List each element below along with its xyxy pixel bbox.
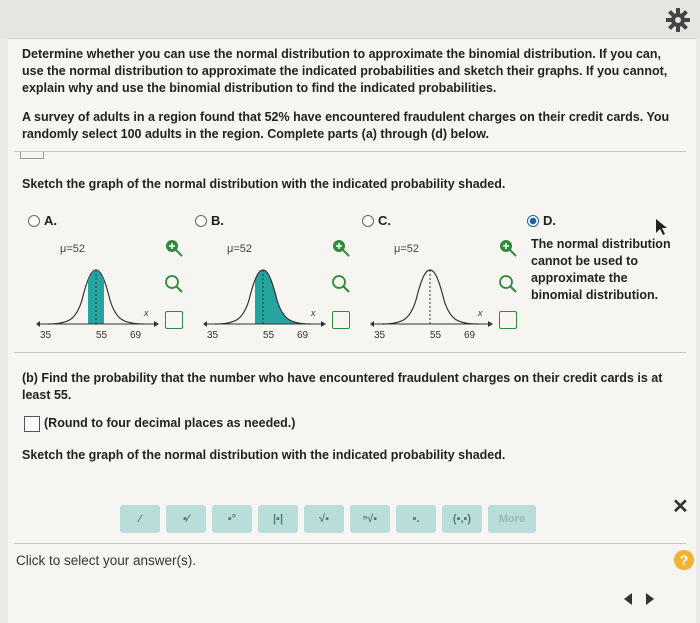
mixed-number-button[interactable]: ▪⁄ [166,505,206,533]
decimal-button[interactable]: ▪. [396,505,436,533]
top-bar [0,0,700,38]
tick-label: 69 [297,330,309,341]
option-b-tools [330,237,352,331]
instructions-line: use the normal distribution to approxima… [22,64,668,78]
mu-label: μ=52 [227,243,252,255]
svg-text:x: x [143,308,149,318]
option-d-line: The normal distribution [531,237,671,251]
option-d-letter: D. [543,213,556,228]
next-arrow-icon[interactable] [642,592,656,606]
option-a-letter: A. [44,213,57,228]
instructions-line: explain why and use the binomial distrib… [22,81,497,95]
exponent-button[interactable]: ▪° [212,505,252,533]
divider [14,151,686,152]
square-root-button[interactable]: √▪ [304,505,344,533]
part-b-prompt: (b) Find the probability that the number… [22,370,662,404]
problem-line: A survey of adults in a region found tha… [22,110,670,124]
collapse-handle[interactable] [20,152,44,159]
part-b-sketch-prompt: Sketch the graph of the normal distribut… [22,448,506,462]
tick-label: 69 [130,330,142,341]
previous-arrow-icon[interactable] [622,592,636,606]
option-b-radio[interactable] [195,214,207,227]
mu-label: μ=52 [60,243,85,255]
tick-label: 35 [40,330,52,341]
zoom-in-icon[interactable] [330,237,352,259]
option-a-tools [163,237,185,331]
open-external-icon[interactable] [497,309,519,331]
fraction-button[interactable]: ⁄ [120,505,160,533]
close-icon[interactable]: ✕ [672,494,689,519]
more-button[interactable]: More [488,505,536,533]
divider [14,543,686,544]
select-answer-hint: Click to select your answer(s). [16,553,197,568]
option-d-line: cannot be used to [531,254,638,268]
part-b-line: least 55. [22,388,72,402]
nth-root-button[interactable]: ⁿ√▪ [350,505,390,533]
absolute-value-button[interactable]: |▪| [258,505,298,533]
answer-input[interactable] [24,416,40,432]
tick-label: 35 [374,330,386,341]
option-b-letter: B. [211,213,224,228]
tick-label: 55 [430,330,442,341]
problem-line: randomly select 100 adults in the region… [22,127,489,141]
zoom-out-icon[interactable] [163,273,185,295]
option-d-line: approximate the [531,271,628,285]
math-toolbar: ⁄ ▪⁄ ▪° |▪| √▪ ⁿ√▪ ▪. (▪,▪) More [120,505,580,537]
zoom-out-icon[interactable] [497,273,519,295]
option-c-radio[interactable] [362,214,374,227]
option-d[interactable]: D. [527,213,556,228]
ordered-pair-button[interactable]: (▪,▪) [442,505,482,533]
option-b[interactable]: B. [195,213,224,228]
option-a[interactable]: A. [28,213,57,228]
mouse-cursor-icon [656,219,667,235]
part-a-prompt: Sketch the graph of the normal distribut… [22,177,506,191]
option-d-radio[interactable] [527,214,539,227]
problem-statement: A survey of adults in a region found tha… [22,109,669,143]
open-external-icon[interactable] [330,309,352,331]
option-d-line: binomial distribution. [531,288,659,302]
svg-text:x: x [310,308,316,318]
option-c[interactable]: C. [362,213,391,228]
gear-icon[interactable] [664,6,692,34]
divider [14,352,686,353]
instructions: Determine whether you can use the normal… [22,46,667,97]
open-external-icon[interactable] [163,309,185,331]
tick-label: 55 [263,330,275,341]
help-button[interactable]: ? [674,550,694,570]
tick-label: 55 [96,330,108,341]
option-c-tools [497,237,519,331]
part-b-line: (b) Find the probability that the number… [22,371,663,385]
mu-label: μ=52 [394,243,419,255]
option-c-graph: μ=52 x 35 55 69 [370,243,493,341]
option-c-letter: C. [378,213,391,228]
option-a-graph: μ=52 x 35 55 69 [36,243,159,341]
tick-label: 69 [464,330,476,341]
instructions-line: Determine whether you can use the normal… [22,47,661,61]
option-b-graph: μ=52 x 35 55 69 [203,243,326,341]
svg-text:x: x [477,308,483,318]
zoom-in-icon[interactable] [163,237,185,259]
tick-label: 35 [207,330,219,341]
zoom-in-icon[interactable] [497,237,519,259]
round-note: (Round to four decimal places as needed.… [44,416,296,430]
zoom-out-icon[interactable] [330,273,352,295]
option-d-text: The normal distribution cannot be used t… [531,236,671,304]
navigation-arrows [622,585,696,613]
option-a-radio[interactable] [28,214,40,227]
